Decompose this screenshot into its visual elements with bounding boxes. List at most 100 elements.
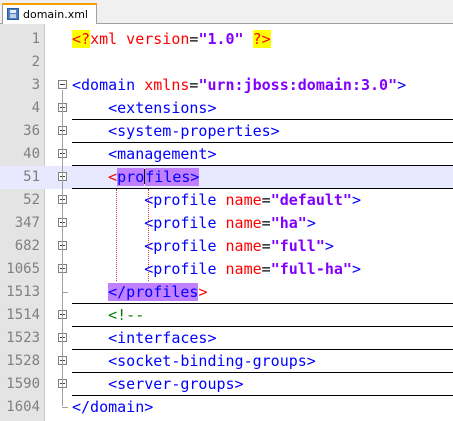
code-line[interactable]: 40 <management> [0,143,453,166]
code-token: <management> [108,145,217,163]
code-text: </profiles> [72,281,207,304]
code-line[interactable]: 1590 <server-groups> [0,373,453,396]
code-line[interactable]: 52 <profile name="default"> [0,189,453,212]
code-token: pro [117,168,145,186]
code-line[interactable]: 1528 <socket-binding-groups> [0,350,453,373]
code-token: > [351,191,361,209]
code-line[interactable]: 682 <profile name="full"> [0,235,453,258]
code-text: </domain> [72,396,153,419]
code-token: name [225,260,262,278]
code-text: <extensions> [72,97,217,120]
line-number: 1514 [6,307,40,323]
code-token: <profile [144,260,226,278]
code-text: <system-properties> [72,120,280,143]
code-text: <?xml version="1.0" ?> [72,28,271,51]
code-text: <management> [72,143,217,166]
line-number: 682 [14,238,40,254]
code-token: </domain> [72,398,154,416]
line-number: 52 [23,192,40,208]
code-token: > [198,283,208,301]
code-token: </profiles [108,283,199,301]
code-text: <server-groups> [72,373,244,396]
code-line[interactable]: 2 [0,51,453,74]
fold-underline [72,142,453,143]
code-line[interactable]: 4 <extensions> [0,97,453,120]
indent-guide [148,189,149,281]
tab-label: domain.xml [23,7,88,21]
line-number: 4 [31,100,40,116]
save-icon [7,8,19,20]
fold-underline [72,165,453,166]
tab-bar: domain.xml [0,0,453,24]
code-token: <extensions> [108,99,217,117]
code-token: = [261,191,271,209]
code-token: <server-groups> [108,375,244,393]
code-token: > [397,76,407,94]
line-number: 40 [23,146,40,162]
code-line[interactable]: 36 <system-properties> [0,120,453,143]
code-token: <? [72,30,91,48]
fold-collapse-icon[interactable] [58,80,67,89]
fold-tree-line [62,90,63,406]
code-token: name [225,214,262,232]
line-number: 347 [14,215,40,231]
code-token: xml version [90,30,190,48]
line-number: 1604 [6,399,40,415]
code-token: <domain [72,76,145,94]
code-text: <profile name="ha"> [72,212,316,235]
code-token: <interfaces> [108,329,217,347]
code-line[interactable]: 347 <profile name="ha"> [0,212,453,235]
code-line[interactable]: 51 <profiles> [0,166,453,189]
code-line[interactable]: 1523 <interfaces> [0,327,453,350]
code-text: <!-- [72,304,144,327]
code-token: "1.0" [198,30,244,48]
code-text: <profiles> [72,166,200,189]
fold-underline [72,395,453,396]
code-token: name [225,191,262,209]
code-token: = [261,260,271,278]
code-token: = [261,214,271,232]
code-token: <!-- [108,306,145,324]
code-text: <socket-binding-groups> [72,350,316,373]
line-number: 1523 [6,330,40,346]
line-number: 1528 [6,353,40,369]
code-token: <profile [144,214,226,232]
fold-tree-end [62,292,68,293]
indent-guide [116,189,117,281]
tab-domain-xml[interactable]: domain.xml [1,3,97,24]
line-number: 1 [31,31,40,47]
code-line[interactable]: 1514 <!-- [0,304,453,327]
code-token: > [324,237,334,255]
code-text: <profile name="full"> [72,235,334,258]
code-line[interactable]: 1065 <profile name="full-ha"> [0,258,453,281]
fold-underline [72,119,453,120]
fold-underline [72,303,453,304]
line-number: 51 [23,169,40,185]
code-editor[interactable]: 1 <?xml version="1.0" ?> 2 3 <domain xmlns="… [0,24,453,421]
line-number: 1513 [6,284,40,300]
line-number: 1590 [6,376,40,392]
code-token: ?> [252,30,271,48]
fold-underline [72,372,453,373]
code-line[interactable]: 3 <domain xmlns="urn:jboss:domain:3.0"> [0,74,453,97]
fold-underline [72,326,453,327]
code-token: <socket-binding-groups> [108,352,316,370]
code-text: <interfaces> [72,327,217,350]
code-token: "full-ha" [270,260,352,278]
code-token: <profile [144,237,226,255]
code-token: "urn:jboss:domain:3.0" [198,76,398,94]
code-line[interactable]: 1 <?xml version="1.0" ?> [0,28,453,51]
line-number: 2 [31,54,40,70]
code-token: "default" [270,191,352,209]
line-number: 3 [31,77,40,93]
code-token: xmlns [144,76,190,94]
